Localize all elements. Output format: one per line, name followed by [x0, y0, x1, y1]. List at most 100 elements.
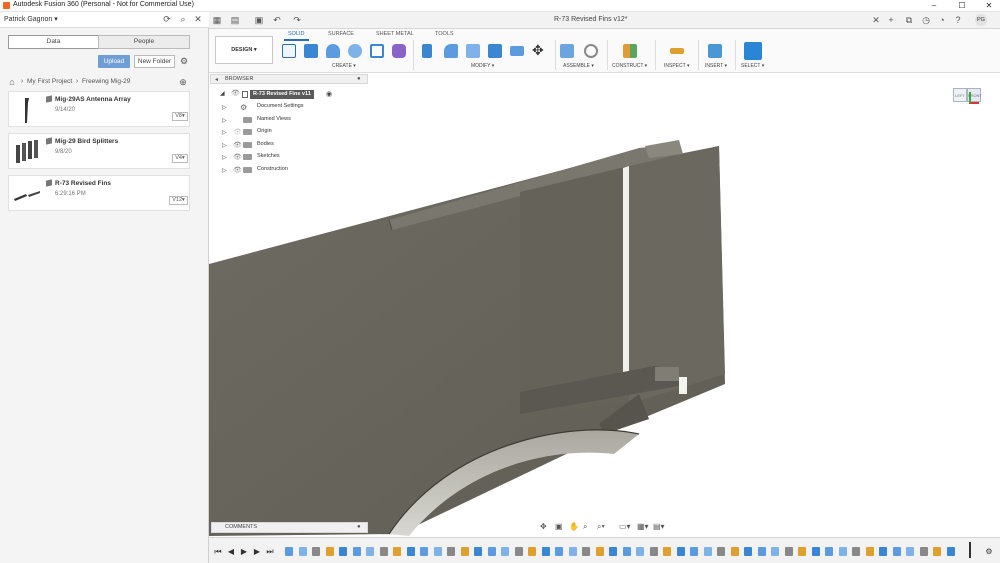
hole-icon[interactable]	[348, 44, 362, 58]
timeline-feature-icon[interactable]	[798, 547, 806, 556]
fit-zoom-icon[interactable]: ⌕▾	[597, 522, 605, 532]
file-card[interactable]: Mig-29AS Antenna Array 9/14/20 V8▾	[8, 91, 190, 127]
expand-down-icon[interactable]: ◢	[220, 90, 225, 97]
step-back-icon[interactable]: ◀	[226, 547, 236, 556]
grid-apps-icon[interactable]: ▦	[212, 15, 222, 25]
home-icon[interactable]: ⌂	[7, 77, 17, 87]
timeline-feature-icon[interactable]	[312, 547, 320, 556]
breadcrumb-folder[interactable]: Freewing Mig-29	[82, 78, 130, 85]
timeline-feature-icon[interactable]	[879, 547, 887, 556]
viewports-icon[interactable]: ▤▾	[653, 522, 665, 531]
timeline-feature-icon[interactable]	[325, 547, 334, 556]
timeline-feature-icon[interactable]	[744, 547, 752, 556]
eye-icon[interactable]: 👁	[231, 89, 240, 97]
pin-icon[interactable]: ●	[357, 524, 361, 530]
group-modify[interactable]: MODIFY ▾	[471, 63, 494, 69]
timeline-feature-icon[interactable]	[609, 547, 617, 556]
timeline-feature-icon[interactable]	[339, 547, 347, 556]
extensions-icon[interactable]: ⧉	[904, 15, 914, 25]
timeline-feature-icon[interactable]	[622, 547, 631, 556]
tab-people[interactable]: People	[98, 35, 190, 49]
workspace-dropdown[interactable]: DESIGN ▾	[215, 36, 273, 64]
timeline-feature-icon[interactable]	[757, 547, 766, 556]
group-insert[interactable]: INSERT ▾	[705, 63, 727, 69]
timeline-feature-icon[interactable]	[406, 547, 415, 556]
version-badge[interactable]: V4▾	[172, 154, 188, 163]
go-to-start-icon[interactable]: ⏮	[213, 547, 223, 557]
timeline-feature-icon[interactable]	[636, 547, 644, 556]
timeline-feature-icon[interactable]	[919, 547, 928, 556]
share-icon[interactable]: ⊕	[178, 77, 188, 87]
rectangular-pattern-icon[interactable]	[370, 44, 384, 58]
timeline-feature-icon[interactable]	[946, 547, 955, 556]
timeline-feature-icon[interactable]	[298, 547, 307, 556]
breadcrumb-project[interactable]: My First Project	[27, 78, 72, 85]
timeline-feature-icon[interactable]	[285, 547, 293, 556]
timeline-feature-icon[interactable]	[582, 547, 590, 556]
pin-icon[interactable]: ●	[357, 76, 361, 82]
browser-root[interactable]: ◢ 👁 R-73 Revised Fins v11 ◉	[220, 89, 332, 99]
version-badge[interactable]: V8▾	[172, 112, 188, 121]
timeline-feature-icon[interactable]	[649, 547, 658, 556]
timeline-feature-icon[interactable]	[352, 547, 361, 556]
new-folder-button[interactable]: New Folder	[134, 55, 175, 68]
timeline-feature-icon[interactable]	[595, 547, 604, 556]
close-tab-icon[interactable]: ✕	[871, 15, 881, 25]
notifications-icon[interactable]: ◔	[937, 15, 947, 25]
timeline-feature-icon[interactable]	[838, 547, 847, 556]
timeline-feature-icon[interactable]	[852, 547, 860, 556]
timeline-feature-icon[interactable]	[433, 547, 442, 556]
group-assemble[interactable]: ASSEMBLE ▾	[563, 63, 594, 69]
timeline-feature-icon[interactable]	[730, 547, 739, 556]
timeline-features[interactable]	[285, 538, 975, 563]
timeline-feature-icon[interactable]	[717, 547, 725, 556]
file-card[interactable]: R-73 Revised Fins 6:29:16 PM V12▾	[8, 175, 190, 211]
timeline-feature-icon[interactable]	[528, 547, 536, 556]
form-icon[interactable]	[392, 44, 406, 58]
gear-icon[interactable]: ⚙	[984, 547, 994, 556]
help-icon[interactable]: ?	[953, 15, 963, 25]
document-tab[interactable]: R-73 Revised Fins v12*	[554, 16, 628, 23]
file-menu-icon[interactable]: ▤	[230, 15, 240, 25]
undo-icon[interactable]: ↶	[272, 15, 282, 25]
tab-surface[interactable]: SURFACE	[328, 31, 354, 37]
move-icon[interactable]: ✥	[532, 42, 544, 59]
orbit-icon[interactable]: ✥	[540, 522, 547, 531]
timeline-feature-icon[interactable]	[501, 547, 509, 556]
file-card[interactable]: Mig-29 Bird Splitters 9/8/20 V4▾	[8, 133, 190, 169]
group-create[interactable]: CREATE ▾	[332, 63, 356, 69]
timeline-feature-icon[interactable]	[865, 547, 874, 556]
tab-sheet-metal[interactable]: SHEET METAL	[376, 31, 414, 37]
offset-plane-icon[interactable]	[623, 44, 637, 58]
tab-tools[interactable]: TOOLS	[435, 31, 454, 37]
group-select[interactable]: SELECT ▾	[741, 63, 764, 69]
combine-icon[interactable]	[510, 46, 524, 56]
play-icon[interactable]: ▶	[239, 547, 249, 556]
timeline-feature-icon[interactable]	[474, 547, 482, 556]
go-to-end-icon[interactable]: ⏭	[265, 547, 275, 557]
group-inspect[interactable]: INSPECT ▾	[664, 63, 690, 69]
minimize-button[interactable]: –	[925, 0, 943, 11]
gear-icon[interactable]: ⚙	[179, 56, 189, 66]
insert-image-icon[interactable]	[708, 44, 722, 58]
timeline-feature-icon[interactable]	[690, 547, 698, 556]
tab-data[interactable]: Data	[8, 35, 99, 49]
refresh-icon[interactable]: ⟳	[162, 14, 172, 24]
measure-icon[interactable]	[670, 48, 684, 54]
search-icon[interactable]: ⌕	[178, 14, 188, 24]
job-status-icon[interactable]: ◷	[921, 15, 931, 25]
timeline-feature-icon[interactable]	[541, 547, 550, 556]
close-panel-icon[interactable]: ✕	[193, 14, 203, 24]
timeline-feature-icon[interactable]	[825, 547, 833, 556]
shell-icon[interactable]	[488, 44, 502, 58]
upload-button[interactable]: Upload	[98, 55, 130, 68]
version-badge[interactable]: V12▾	[169, 196, 188, 205]
timeline-feature-icon[interactable]	[460, 547, 469, 556]
avatar[interactable]: PG	[975, 14, 987, 26]
timeline-feature-icon[interactable]	[366, 547, 374, 556]
save-icon[interactable]: ▣	[254, 15, 264, 25]
timeline-feature-icon[interactable]	[906, 547, 914, 556]
timeline-feature-icon[interactable]	[771, 547, 779, 556]
timeline-feature-icon[interactable]	[555, 547, 563, 556]
timeline-feature-icon[interactable]	[514, 547, 523, 556]
